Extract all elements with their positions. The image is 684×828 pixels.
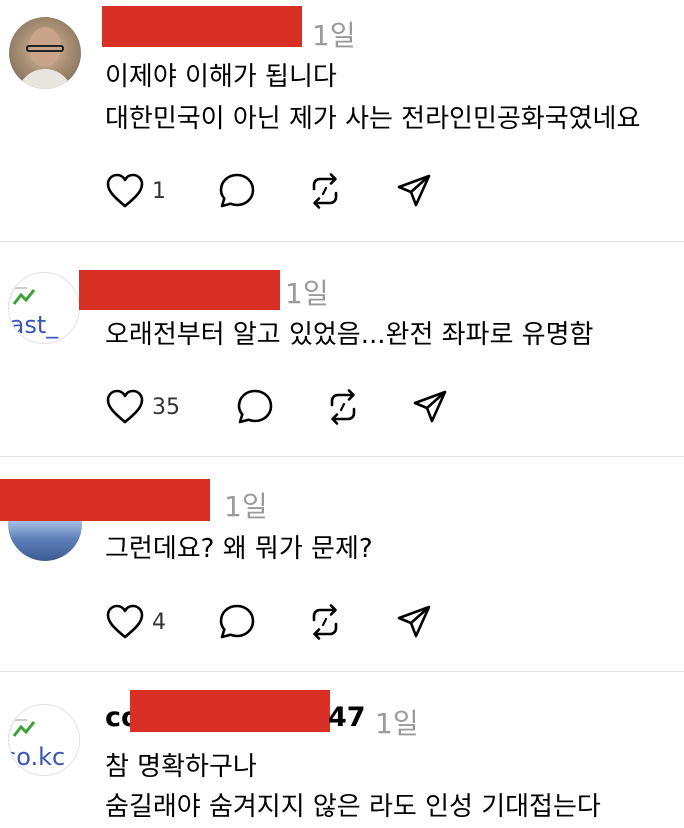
avatar-alt-text: last_	[8, 311, 59, 339]
avatar-alt-text: co.kc	[8, 743, 66, 771]
repost-button[interactable]	[324, 387, 362, 427]
like-button[interactable]: 1	[106, 171, 166, 211]
reply-bubble-icon	[219, 604, 255, 639]
post-text-line: 이제야 이해가 됩니다	[105, 62, 337, 92]
repost-button[interactable]	[306, 171, 344, 211]
username-suffix[interactable]: 47	[328, 702, 366, 733]
repost-icon	[312, 173, 338, 209]
post-item: last_ 1일 오래전부터 알고 있었음...완전 좌파로 유명함 35	[0, 242, 684, 456]
post-item: 1일 이제야 이해가 됩니다 대한민국이 아닌 제가 사는 전라인민공화국였네요…	[0, 0, 684, 240]
like-count: 1	[152, 178, 166, 204]
share-button[interactable]	[396, 602, 432, 642]
post-text-line: 참 명확하구나	[105, 752, 257, 782]
username-redaction	[79, 270, 280, 310]
post-time: 1일	[285, 277, 329, 310]
send-icon	[397, 605, 431, 638]
broken-image-icon	[13, 719, 35, 737]
repost-button[interactable]	[306, 602, 344, 642]
username-redaction	[102, 6, 302, 47]
reply-button[interactable]	[218, 171, 256, 211]
post-item: 1일 그런데요? 왜 뭐가 문제? 4	[0, 457, 684, 670]
share-button[interactable]	[396, 171, 432, 211]
user-avatar[interactable]: co.kc	[8, 704, 80, 776]
heart-icon	[106, 389, 144, 424]
reply-button[interactable]	[218, 602, 256, 642]
post-item: co.kc co 47 1일 참 명확하구나 숨길래야 숨겨지지 않은 라도 인…	[0, 672, 684, 828]
send-icon	[413, 390, 447, 423]
like-button[interactable]: 4	[106, 602, 166, 642]
username-redaction	[130, 690, 330, 732]
avatar-shirt	[17, 69, 73, 89]
post-time: 1일	[312, 19, 356, 52]
reply-bubble-icon	[219, 173, 255, 208]
post-text-line: 대한민국이 아닌 제가 사는 전라인민공화국였네요	[105, 104, 641, 134]
heart-icon	[106, 604, 144, 639]
post-text-line: 오래전부터 알고 있었음...완전 좌파로 유명함	[105, 320, 594, 350]
post-text-line: 그런데요? 왜 뭐가 문제?	[105, 534, 373, 564]
reply-bubble-icon	[237, 389, 273, 424]
repost-icon	[312, 604, 338, 640]
heart-icon	[106, 173, 144, 208]
post-time: 1일	[224, 490, 268, 523]
like-count: 35	[152, 394, 180, 420]
send-icon	[397, 174, 431, 207]
broken-image-icon	[13, 287, 35, 305]
user-avatar[interactable]	[9, 17, 81, 89]
post-time: 1일	[375, 707, 419, 740]
like-button[interactable]: 35	[106, 387, 180, 427]
reply-button[interactable]	[236, 387, 274, 427]
avatar-glasses	[26, 45, 64, 52]
user-avatar[interactable]: last_	[8, 272, 80, 344]
share-button[interactable]	[412, 387, 448, 427]
repost-icon	[330, 389, 356, 425]
like-count: 4	[152, 609, 166, 635]
post-text-line: 숨길래야 숨겨지지 않은 라도 인성 기대접는다	[105, 792, 601, 822]
username-redaction	[0, 479, 210, 521]
